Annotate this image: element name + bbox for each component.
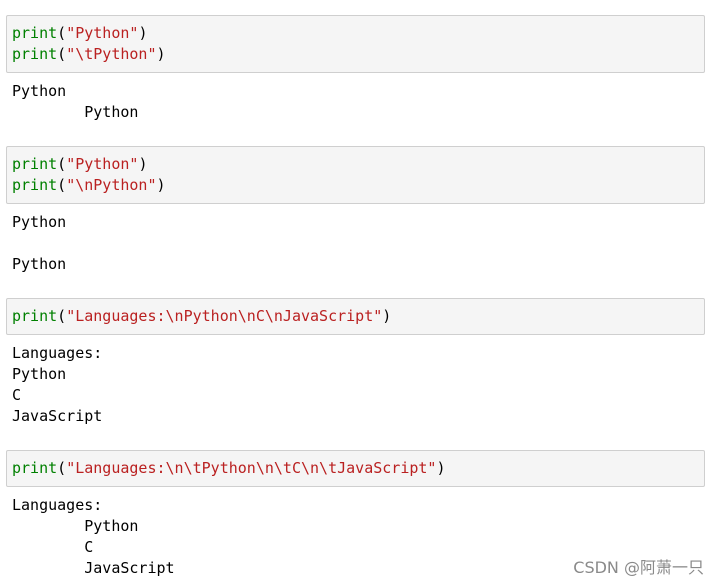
code-string: "\tPython": [66, 45, 157, 63]
output-line: C: [12, 538, 94, 556]
code-cell-4-input[interactable]: print("Languages:\n\tPython\n\tC\n\tJava…: [6, 450, 705, 487]
csdn-watermark: CSDN @阿萧一只: [573, 558, 704, 577]
output-line: Python: [12, 82, 67, 100]
output-line: Python: [12, 103, 139, 121]
code-string: "\nPython": [66, 176, 157, 194]
output-line: JavaScript: [12, 559, 175, 577]
code-punct: ): [138, 24, 148, 42]
code-punct: ): [382, 307, 392, 325]
code-line: print("Languages:\n\tPython\n\tC\n\tJava…: [12, 458, 699, 479]
output-line: C: [12, 386, 22, 404]
code-string: "Languages:\nPython\nC\nJavaScript": [66, 307, 383, 325]
code-keyword: print: [12, 307, 58, 325]
code-line: print("Languages:\nPython\nC\nJavaScript…: [12, 306, 699, 327]
code-keyword: print: [12, 459, 58, 477]
code-keyword: print: [12, 155, 58, 173]
code-cell-2-input[interactable]: print("Python") print("\nPython"): [6, 146, 705, 204]
code-string: "Python": [66, 24, 139, 42]
code-line: print("\tPython"): [12, 44, 699, 65]
code-punct: (: [57, 155, 67, 173]
code-punct: ): [138, 155, 148, 173]
code-punct: (: [57, 45, 67, 63]
output-line: Python: [12, 365, 67, 383]
code-punct: ): [156, 176, 166, 194]
code-line: print("Python"): [12, 23, 699, 44]
code-punct: ): [436, 459, 446, 477]
output-line: Python: [12, 255, 67, 273]
code-cell-2-output: Python Python: [12, 212, 66, 275]
output-line: Python: [12, 213, 67, 231]
code-keyword: print: [12, 24, 58, 42]
code-line: print("Python"): [12, 154, 699, 175]
code-cell-3-input[interactable]: print("Languages:\nPython\nC\nJavaScript…: [6, 298, 705, 335]
code-punct: (: [57, 459, 67, 477]
code-keyword: print: [12, 45, 58, 63]
code-cell-3-output: Languages: Python C JavaScript: [12, 343, 102, 427]
code-punct: (: [57, 307, 67, 325]
code-keyword: print: [12, 176, 58, 194]
code-punct: ): [156, 45, 166, 63]
code-punct: (: [57, 24, 67, 42]
code-string: "Python": [66, 155, 139, 173]
code-cell-1-output: Python Python: [12, 81, 138, 123]
code-line: print("\nPython"): [12, 175, 699, 196]
code-cell-1-input[interactable]: print("Python") print("\tPython"): [6, 15, 705, 73]
output-line: Languages:: [12, 496, 103, 514]
output-line: JavaScript: [12, 407, 103, 425]
code-string: "Languages:\n\tPython\n\tC\n\tJavaScript…: [66, 459, 437, 477]
output-line: Languages:: [12, 344, 103, 362]
output-line: Python: [12, 517, 139, 535]
code-cell-4-output: Languages: Python C JavaScript: [12, 495, 175, 579]
code-punct: (: [57, 176, 67, 194]
